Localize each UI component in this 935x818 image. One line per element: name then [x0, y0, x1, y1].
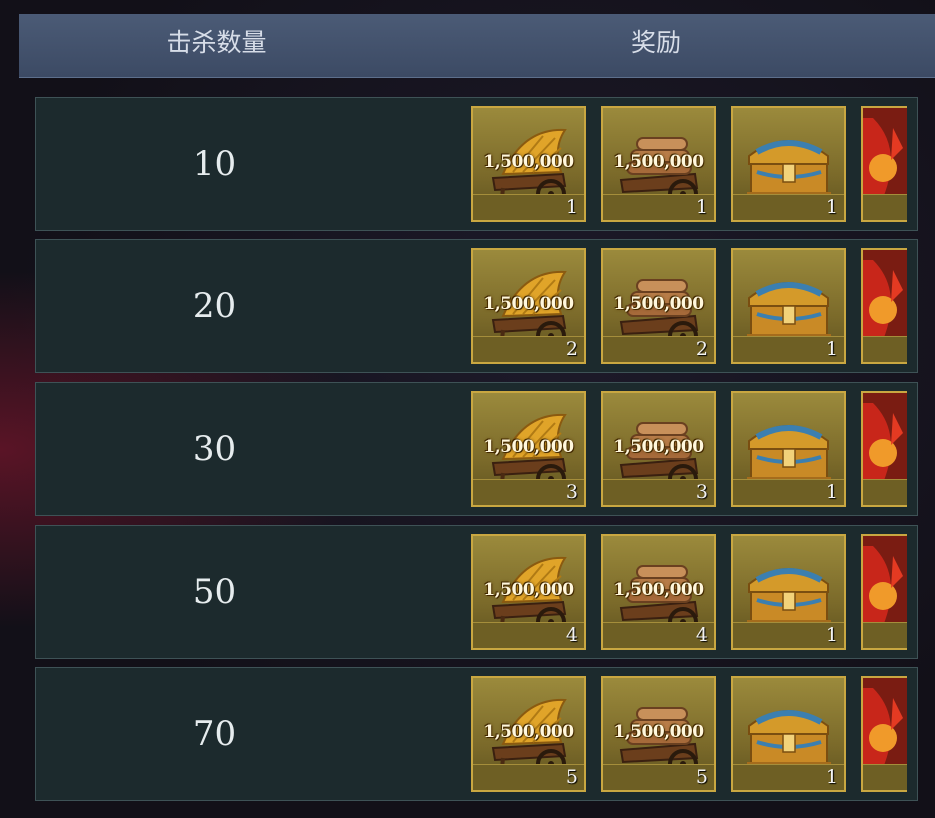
item-quantity: 1 — [825, 338, 838, 360]
reward-items: 1,500,000 1 1,500,000 1 1 — [471, 106, 907, 222]
reward-item-slot[interactable] — [861, 106, 907, 222]
item-quantity: 3 — [695, 481, 708, 503]
item-quantity: 3 — [565, 481, 578, 503]
reward-item-slot[interactable]: 1,500,000 5 — [601, 676, 716, 792]
item-quantity: 1 — [825, 624, 838, 646]
resource-amount: 1,500,000 — [483, 437, 574, 457]
kill-count-column-header: 击杀数量 — [166, 28, 267, 57]
resource-amount: 1,500,000 — [483, 152, 574, 172]
reward-item-slot[interactable]: 1,500,000 4 — [471, 534, 586, 650]
reward-item-slot[interactable]: 1,500,000 3 — [601, 391, 716, 507]
reward-items: 1,500,000 3 1,500,000 3 1 — [471, 391, 907, 507]
reward-item-slot[interactable]: 1 — [731, 391, 846, 507]
resource-amount: 1,500,000 — [613, 722, 704, 742]
reward-column-header: 奖励 — [630, 28, 681, 57]
item-base — [863, 194, 907, 220]
reward-item-slot[interactable]: 1,500,000 2 — [471, 248, 586, 364]
item-quantity: 4 — [565, 624, 578, 646]
reward-item-slot[interactable] — [861, 248, 907, 364]
item-quantity: 5 — [695, 766, 708, 788]
reward-item-slot[interactable] — [861, 676, 907, 792]
item-quantity: 1 — [825, 196, 838, 218]
item-quantity: 1 — [825, 766, 838, 788]
reward-item-slot[interactable]: 1,500,000 3 — [471, 391, 586, 507]
reward-row: 30 1,500,000 3 1,500,000 3 1 — [35, 382, 918, 516]
item-quantity: 4 — [695, 624, 708, 646]
reward-item-slot[interactable]: 1,500,000 1 — [601, 106, 716, 222]
reward-item-slot[interactable]: 1 — [731, 676, 846, 792]
reward-items: 1,500,000 4 1,500,000 4 1 — [471, 534, 907, 650]
reward-item-slot[interactable]: 1,500,000 1 — [471, 106, 586, 222]
reward-row: 10 1,500,000 1 1,500,000 1 1 — [35, 97, 918, 231]
item-quantity: 1 — [695, 196, 708, 218]
reward-row: 50 1,500,000 4 1,500,000 4 1 — [35, 525, 918, 659]
resource-amount: 1,500,000 — [483, 294, 574, 314]
kill-count: 10 — [192, 144, 237, 184]
resource-amount: 1,500,000 — [483, 722, 574, 742]
item-quantity: 2 — [565, 338, 578, 360]
reward-item-slot[interactable]: 1,500,000 2 — [601, 248, 716, 364]
item-base — [863, 764, 907, 790]
reward-item-slot[interactable] — [861, 534, 907, 650]
reward-item-slot[interactable] — [861, 391, 907, 507]
reward-item-slot[interactable]: 1 — [731, 534, 846, 650]
reward-item-slot[interactable]: 1,500,000 5 — [471, 676, 586, 792]
item-quantity: 1 — [565, 196, 578, 218]
item-base — [863, 479, 907, 505]
reward-table-header: 击杀数量 奖励 — [19, 14, 935, 78]
reward-row: 20 1,500,000 2 1,500,000 2 1 — [35, 239, 918, 373]
reward-item-slot[interactable]: 1 — [731, 248, 846, 364]
resource-amount: 1,500,000 — [483, 580, 574, 600]
reward-items: 1,500,000 2 1,500,000 2 1 — [471, 248, 907, 364]
kill-count: 30 — [192, 429, 237, 469]
resource-amount: 1,500,000 — [613, 294, 704, 314]
item-quantity: 1 — [825, 481, 838, 503]
resource-amount: 1,500,000 — [613, 437, 704, 457]
reward-items: 1,500,000 5 1,500,000 5 1 — [471, 676, 907, 792]
kill-count: 50 — [192, 572, 237, 612]
kill-count: 20 — [192, 286, 237, 326]
resource-amount: 1,500,000 — [613, 152, 704, 172]
item-quantity: 5 — [565, 766, 578, 788]
item-base — [863, 336, 907, 362]
item-base — [863, 622, 907, 648]
reward-item-slot[interactable]: 1,500,000 4 — [601, 534, 716, 650]
reward-item-slot[interactable]: 1 — [731, 106, 846, 222]
item-quantity: 2 — [695, 338, 708, 360]
kill-count: 70 — [192, 714, 237, 754]
reward-row: 70 1,500,000 5 1,500,000 5 1 — [35, 667, 918, 801]
resource-amount: 1,500,000 — [613, 580, 704, 600]
